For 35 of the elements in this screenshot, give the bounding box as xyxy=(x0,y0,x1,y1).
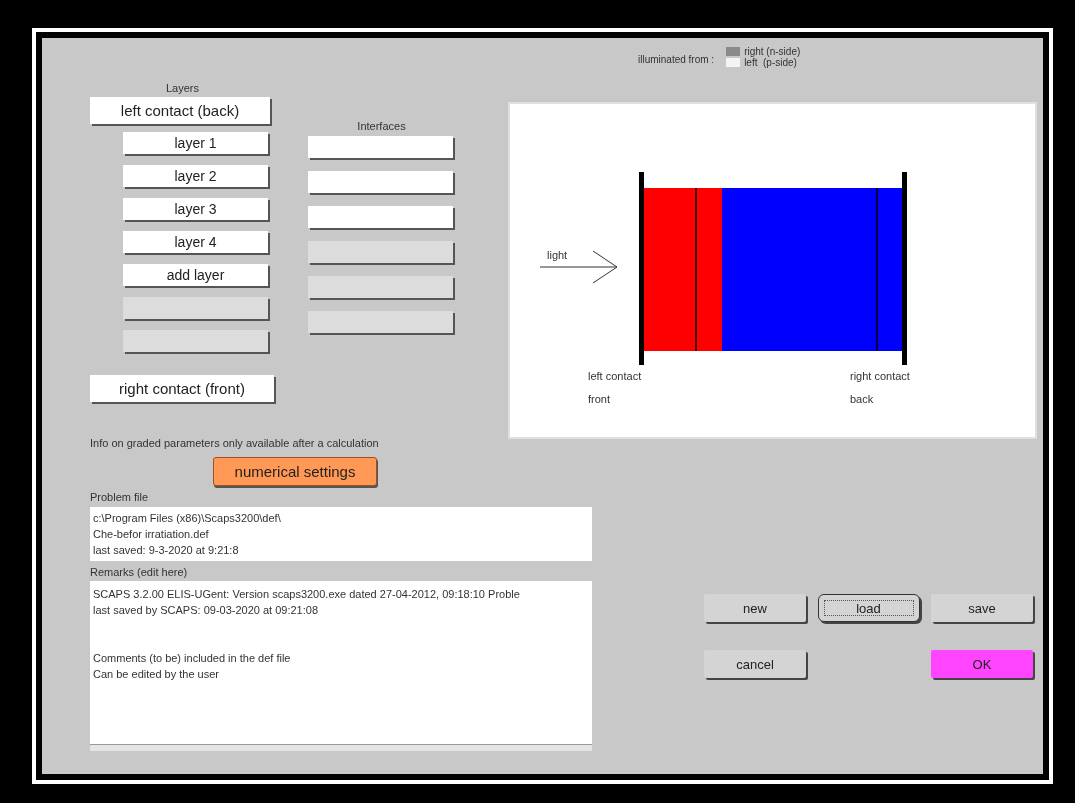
light-arrow-icon xyxy=(539,250,618,284)
contact-label: right contact xyxy=(850,370,910,382)
remarks-field[interactable]: SCAPS 3.2.00 ELIS-UGent: Version scaps3200.exe dated 27-04-2012, 09:18:10 Proble last saved by SCAPS: 09-03-2020 at 09:21:08 Comments (to be) included in the def file Can be edited by the user xyxy=(90,581,592,751)
layer-button[interactable]: layer 1 xyxy=(123,132,268,154)
action-button[interactable]: OK xyxy=(931,650,1033,678)
action-button[interactable]: save xyxy=(931,594,1033,622)
option-square[interactable] xyxy=(726,58,741,67)
info-text: Info on graded parameters only available after a calculation xyxy=(90,437,380,451)
layer-button[interactable]: layer 2 xyxy=(123,165,268,187)
problem-file-field[interactable]: c:\Program Files (x86)\Scaps3200\def\ Che-befor irratiation.def last saved: 9-3-2020 at 9:21:8 xyxy=(90,507,592,561)
layer-button[interactable]: add layer xyxy=(123,264,268,286)
interface-button[interactable] xyxy=(308,206,453,228)
numerical-settings-button[interactable]: numerical settings xyxy=(213,457,377,486)
action-button[interactable]: new xyxy=(704,594,806,622)
contact-label: front xyxy=(588,393,610,405)
layer-button[interactable]: layer 3 xyxy=(123,198,268,220)
contact-button[interactable]: right contact (front) xyxy=(90,375,274,402)
interface-button[interactable] xyxy=(308,136,453,158)
contact-button[interactable]: left contact (back) xyxy=(90,97,270,124)
layer-button[interactable]: layer 4 xyxy=(123,231,268,253)
interface-button[interactable] xyxy=(308,171,453,193)
light-label: light xyxy=(547,249,568,261)
option-label[interactable]: right (n-side) xyxy=(744,46,801,57)
illumination-label: illuminated from : xyxy=(638,53,715,65)
horizontal-scrollbar[interactable] xyxy=(90,744,592,751)
action-button[interactable]: cancel xyxy=(704,650,806,678)
contact-label: left contact xyxy=(588,370,642,382)
action-button[interactable]: load xyxy=(817,594,920,622)
contact-label: back xyxy=(850,393,874,405)
option-square[interactable] xyxy=(726,47,741,56)
problem-file-label: Problem file xyxy=(90,491,150,503)
option-label[interactable]: left (p-side) xyxy=(744,57,797,68)
remarks-label: Remarks (edit here) xyxy=(90,566,189,578)
layers-heading: Layers xyxy=(165,82,200,96)
interfaces-heading: Interfaces xyxy=(356,120,407,134)
